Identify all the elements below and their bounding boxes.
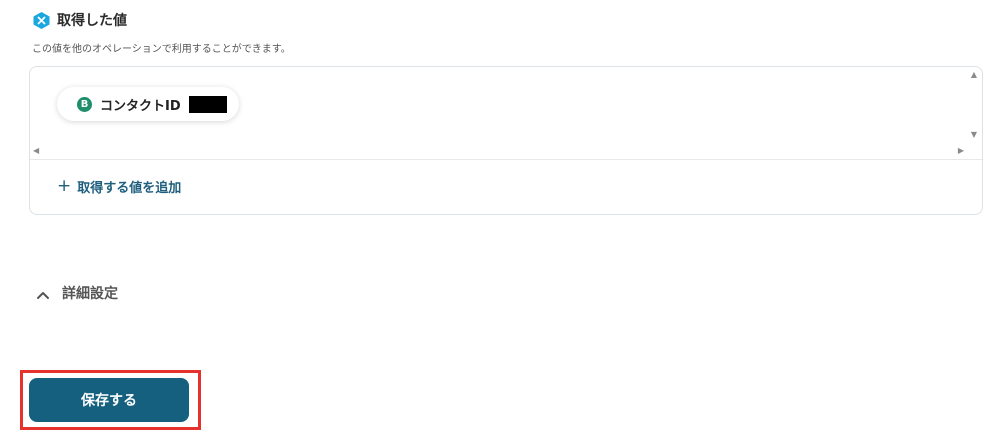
app-logo-icon: B [77,96,92,112]
scroll-down-arrow-icon[interactable]: ▼ [971,131,977,139]
add-value-label: 取得する値を追加 [77,181,182,196]
chevron-up-icon [36,288,50,299]
scroll-up-arrow-icon[interactable]: ▲ [971,71,977,79]
value-chip-label: コンタクトID [100,98,181,114]
section-description: この値を他のオペレーションで利用することができます。 [32,44,291,55]
redacted-block [188,95,227,113]
add-value-button[interactable]: + 取得する値を追加 [57,176,182,197]
save-button[interactable]: 保存する [29,378,189,422]
values-box: B コンタクトID ▲ ▼ ◀ ▶ + 取得する値を追加 [29,66,983,215]
scroll-left-arrow-icon[interactable]: ◀ [33,147,39,155]
values-scroll-area[interactable]: B コンタクトID ▲ ▼ ◀ ▶ [30,67,982,160]
details-toggle[interactable]: 詳細設定 [36,283,118,303]
details-label: 詳細設定 [62,286,118,302]
scroll-right-arrow-icon[interactable]: ▶ [958,147,964,155]
page: 取得した値 この値を他のオペレーションで利用することができます。 B コンタクト… [0,0,1005,443]
section-title: 取得した値 [32,10,127,30]
value-chip[interactable]: B コンタクトID [57,87,239,121]
x-badge-icon [32,11,51,30]
section-title-text: 取得した値 [57,13,127,29]
plus-icon: + [57,176,72,196]
